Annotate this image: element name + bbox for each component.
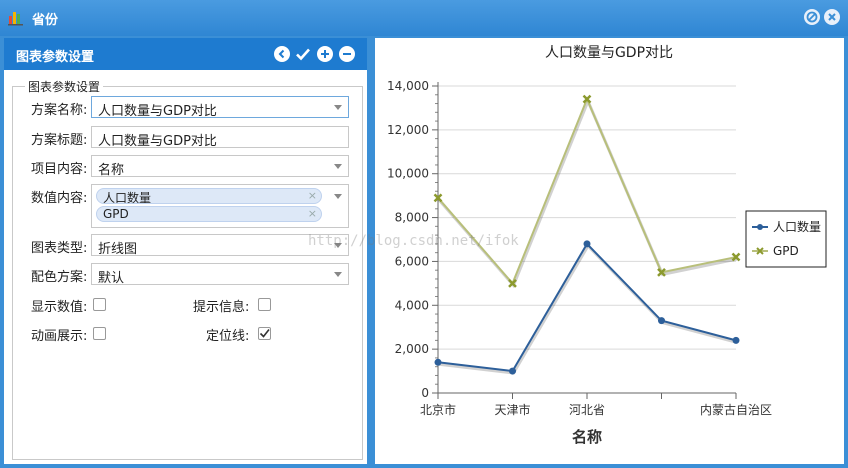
locator-line-label: 定位线: xyxy=(206,329,250,344)
chevron-down-icon xyxy=(334,272,342,277)
show-values-label: 显示数值: xyxy=(31,300,88,315)
x-tick-label: 内蒙古自治区 xyxy=(700,402,772,417)
animation-label: 动画展示: xyxy=(31,329,88,344)
scheme-title-label: 方案标题: xyxy=(31,133,88,148)
data-point xyxy=(658,317,665,325)
scheme-name-select[interactable]: 人口数量与GDP对比 xyxy=(91,96,349,119)
legend-label: GPD xyxy=(773,244,799,258)
color-scheme-value: 默认 xyxy=(98,271,125,286)
value-content-multiselect[interactable]: 人口数量 × GPD × xyxy=(91,184,349,228)
data-point xyxy=(509,367,516,375)
add-icon[interactable] xyxy=(317,46,333,62)
back-icon[interactable] xyxy=(274,46,290,62)
y-tick-label: 10,000 xyxy=(387,167,429,181)
checkmark-icon xyxy=(259,329,270,338)
locator-line-checkbox[interactable] xyxy=(258,327,271,340)
value-tag-label: 人口数量 xyxy=(103,191,152,205)
item-content-value: 名称 xyxy=(98,163,125,178)
scheme-name-value: 人口数量与GDP对比 xyxy=(98,104,217,119)
scheme-title-value: 人口数量与GDP对比 xyxy=(98,134,217,149)
y-tick-label: 2,000 xyxy=(395,342,429,356)
chevron-down-icon xyxy=(334,164,342,169)
value-tag-label: GPD xyxy=(103,207,129,221)
chevron-down-icon xyxy=(334,194,342,199)
tooltip-label: 提示信息: xyxy=(193,300,250,315)
value-tag[interactable]: GPD × xyxy=(96,206,322,222)
value-tag[interactable]: 人口数量 × xyxy=(96,188,322,205)
watermark: http://blog.csdn.net/ifok xyxy=(308,233,519,249)
series-line xyxy=(437,96,737,286)
x-tick-label: 北京市 xyxy=(420,402,456,417)
data-point xyxy=(732,336,740,344)
item-content-select[interactable]: 名称 xyxy=(91,155,349,178)
settings-panel: 图表参数设置 图表参数设置 方案名称: 人口数量与GDP对比 方案标题: 人口数… xyxy=(4,38,367,464)
data-point xyxy=(583,240,591,248)
chart-title: 人口数量与GDP对比 xyxy=(545,45,673,61)
close-icon[interactable] xyxy=(824,9,840,25)
tag-remove-icon[interactable]: × xyxy=(308,207,317,220)
x-tick-label: 天津市 xyxy=(494,402,530,417)
minimize-icon[interactable] xyxy=(804,9,820,25)
show-values-checkbox[interactable] xyxy=(93,298,106,311)
color-scheme-select[interactable]: 默认 xyxy=(91,263,349,286)
panel-title: 图表参数设置 xyxy=(16,50,95,65)
chart-settings-fieldset: 图表参数设置 方案名称: 人口数量与GDP对比 方案标题: 人口数量与GDP对比… xyxy=(12,78,363,460)
y-tick-label: 6,000 xyxy=(395,254,429,268)
title-bar: 省份 xyxy=(0,0,848,36)
x-axis-title: 名称 xyxy=(572,428,602,446)
scheme-name-label: 方案名称: xyxy=(31,103,88,118)
y-tick-label: 0 xyxy=(421,386,429,400)
tag-remove-icon[interactable]: × xyxy=(308,189,317,202)
panel-splitter[interactable] xyxy=(367,38,375,464)
settings-panel-header: 图表参数设置 xyxy=(4,38,367,70)
y-tick-label: 14,000 xyxy=(387,79,429,93)
check-icon[interactable] xyxy=(295,46,311,62)
chevron-down-icon xyxy=(334,105,342,110)
chart-legend: 人口数量 GPD xyxy=(745,210,827,268)
fieldset-legend: 图表参数设置 xyxy=(25,78,104,95)
remove-icon[interactable] xyxy=(339,46,355,62)
data-point xyxy=(434,358,442,366)
color-scheme-label: 配色方案: xyxy=(31,270,88,285)
series-line-shadow xyxy=(437,97,738,289)
scheme-title-input[interactable]: 人口数量与GDP对比 xyxy=(91,126,349,149)
chart-app-icon xyxy=(8,12,23,26)
series-line-shadow xyxy=(438,243,738,375)
tooltip-checkbox[interactable] xyxy=(258,298,271,311)
animation-checkbox[interactable] xyxy=(93,327,106,340)
y-tick-label: 12,000 xyxy=(387,123,429,137)
chart-type-label: 图表类型: xyxy=(31,241,88,256)
series-line xyxy=(437,242,737,373)
value-content-label: 数值内容: xyxy=(31,191,88,206)
window-title: 省份 xyxy=(32,13,59,28)
y-tick-label: 8,000 xyxy=(395,211,429,225)
chart-panel: 人口数量与GDP对比 0 2,000 4,000 6,000 8,000 10,000 12… xyxy=(375,38,844,464)
app-window: 省份 图表参数设置 图表参数设置 方案名称: 人口数量与GDP对比 方案标题: … xyxy=(0,0,848,467)
line-chart: 人口数量与GDP对比 0 2,000 4,000 6,000 8,000 10,000 12… xyxy=(387,45,827,446)
x-axis: 北京市 天津市 河北省 内蒙古自治区 xyxy=(420,392,772,417)
x-tick-label: 河北省 xyxy=(569,403,605,417)
y-tick-label: 4,000 xyxy=(395,298,429,312)
legend-marker xyxy=(757,224,763,230)
legend-label: 人口数量 xyxy=(773,219,821,234)
chart-type-value: 折线图 xyxy=(98,242,138,257)
item-content-label: 项目内容: xyxy=(31,162,88,177)
